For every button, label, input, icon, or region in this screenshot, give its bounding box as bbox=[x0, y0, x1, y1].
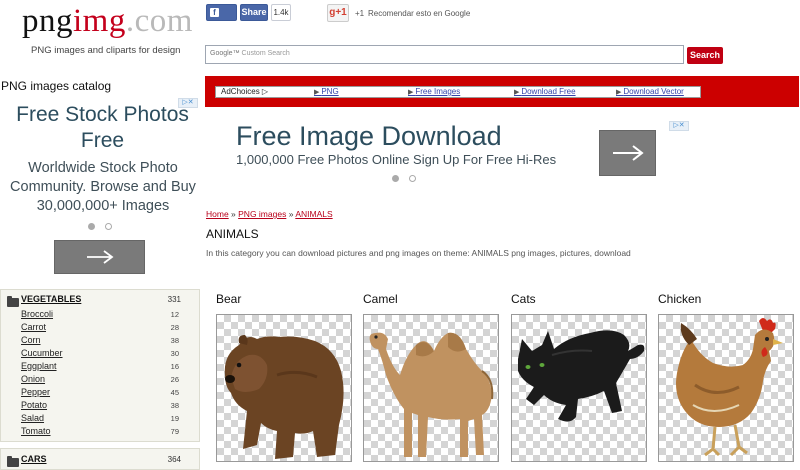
logo-tagline: PNG images and cliparts for design bbox=[31, 45, 181, 56]
card-label-cats[interactable]: Cats bbox=[511, 292, 536, 306]
search-button[interactable]: Search bbox=[687, 47, 723, 64]
adchoices-label[interactable]: AdChoices ▷ bbox=[221, 87, 268, 97]
subcategory-count: 19 bbox=[170, 414, 179, 423]
category-vegetables[interactable]: VEGETABLES bbox=[21, 294, 81, 304]
google-brand: Google™ bbox=[210, 50, 240, 57]
ad-link-download-vector[interactable]: Download Vector bbox=[616, 87, 683, 98]
ad-close-icon[interactable]: ▷✕ bbox=[669, 121, 689, 131]
breadcrumb-png-images[interactable]: PNG images bbox=[238, 209, 286, 219]
arrow-right-icon bbox=[86, 250, 113, 264]
card-label-chicken[interactable]: Chicken bbox=[658, 292, 701, 306]
category-count: 364 bbox=[167, 455, 181, 464]
facebook-icon: f bbox=[210, 8, 219, 17]
camel-image bbox=[369, 332, 494, 457]
page: pngimg.com PNG images and cliparts for d… bbox=[0, 0, 800, 470]
ad-link-png[interactable]: PNG bbox=[314, 87, 338, 98]
subcategory-count: 28 bbox=[170, 323, 179, 332]
sidebar-ad[interactable]: ▷✕ Free Stock Photos Free Worldwide Stoc… bbox=[0, 97, 200, 282]
main-ad-arrow-button[interactable] bbox=[599, 130, 656, 176]
folder-icon bbox=[7, 296, 19, 307]
subcategory-link[interactable]: Eggplant bbox=[21, 361, 57, 371]
breadcrumb-sep: » bbox=[228, 209, 239, 219]
page-title: ANIMALS bbox=[206, 227, 259, 241]
subcategory-link[interactable]: Pepper bbox=[21, 387, 50, 397]
chicken-image bbox=[676, 318, 783, 457]
site-logo[interactable]: pngimg.com bbox=[22, 2, 197, 40]
google-plus-button[interactable]: g+1 bbox=[327, 4, 349, 22]
subcategory-count: 45 bbox=[170, 388, 179, 397]
subcategory-count: 12 bbox=[170, 310, 179, 319]
ad-link-download-free[interactable]: Download Free bbox=[514, 87, 575, 98]
sidebar-ad-body: Worldwide Stock Photo Community. Browse … bbox=[10, 160, 196, 214]
card-label-bear[interactable]: Bear bbox=[216, 292, 241, 306]
facebook-like-label: Like bbox=[210, 22, 229, 32]
search-placeholder-text: Custom Search bbox=[241, 50, 290, 57]
catalog-title: PNG images catalog bbox=[1, 79, 112, 93]
subcategory-link[interactable]: Carrot bbox=[21, 322, 46, 332]
sidebar-ad-arrow-button[interactable] bbox=[54, 240, 145, 274]
arrow-right-icon bbox=[612, 145, 644, 161]
bear-image bbox=[224, 335, 344, 459]
subcategory-count: 38 bbox=[170, 336, 179, 345]
subcategory-link[interactable]: Cucumber bbox=[21, 348, 63, 358]
facebook-like-button[interactable]: f Like bbox=[206, 4, 237, 32]
breadcrumb-current[interactable]: ANIMALS bbox=[295, 209, 332, 219]
adchoices-text: AdChoices bbox=[221, 87, 260, 96]
search-input[interactable]: Google™ Custom Search bbox=[205, 45, 684, 64]
thumbnail-cat[interactable] bbox=[511, 314, 647, 462]
category-cars[interactable]: CARS bbox=[21, 454, 47, 464]
subcategory-count: 26 bbox=[170, 375, 179, 384]
sidebar-ad-pager bbox=[88, 223, 112, 230]
main-ad-subtitle: 1,000,000 Free Photos Online Sign Up For… bbox=[236, 152, 557, 167]
breadcrumb-sep: » bbox=[286, 209, 296, 219]
subcategory-link[interactable]: Onion bbox=[21, 374, 45, 384]
logo-img: img bbox=[73, 3, 126, 39]
sidebar-ad-line2: Free bbox=[80, 129, 125, 152]
subcategory-count: 30 bbox=[170, 349, 179, 358]
folder-icon bbox=[7, 456, 19, 467]
thumbnail-camel[interactable] bbox=[363, 314, 499, 462]
sidebar-ad-headline[interactable]: Free Stock Photos Free bbox=[10, 102, 195, 154]
facebook-like-count: 1.4k bbox=[271, 4, 291, 21]
subcategory-count: 38 bbox=[170, 401, 179, 410]
card-label-camel[interactable]: Camel bbox=[363, 292, 398, 306]
subcategory-link[interactable]: Potato bbox=[21, 400, 47, 410]
main-ad-title: Free Image Download bbox=[236, 121, 502, 151]
search-placeholder: Google™ Custom Search bbox=[210, 50, 290, 57]
google-plus-label: Recomendar esto en Google bbox=[368, 9, 471, 18]
category-panel-cars: CARS 364 bbox=[0, 448, 200, 470]
subcategory-link[interactable]: Salad bbox=[21, 413, 44, 423]
adchoices-box: AdChoices ▷ PNG Free Images Download Fre… bbox=[215, 86, 701, 98]
pager-dot-active[interactable] bbox=[392, 175, 399, 182]
breadcrumb: Home » PNG images » ANIMALS bbox=[206, 209, 333, 219]
subcategory-count: 16 bbox=[170, 362, 179, 371]
sidebar-ad-line1: Free Stock Photos bbox=[16, 103, 189, 126]
subcategory-link[interactable]: Broccoli bbox=[21, 309, 53, 319]
breadcrumb-home[interactable]: Home bbox=[206, 209, 229, 219]
google-plus-count: +1 bbox=[355, 9, 365, 18]
ad-link-free-images[interactable]: Free Images bbox=[408, 87, 460, 98]
category-panel: VEGETABLES 331 Broccoli 12 Carrot 28 Cor… bbox=[0, 289, 200, 442]
category-count: 331 bbox=[167, 295, 181, 304]
logo-png: png bbox=[22, 3, 73, 39]
category-description: In this category you can download pictur… bbox=[206, 248, 631, 258]
ad-links-bar: AdChoices ▷ PNG Free Images Download Fre… bbox=[205, 76, 799, 107]
subcategory-link[interactable]: Tomato bbox=[21, 426, 51, 436]
thumbnail-bear[interactable] bbox=[216, 314, 352, 462]
cat-image bbox=[518, 330, 645, 422]
main-ad-pager bbox=[392, 175, 416, 182]
thumbnail-chicken[interactable] bbox=[658, 314, 794, 462]
subcategory-link[interactable]: Corn bbox=[21, 335, 41, 345]
pager-dot[interactable] bbox=[105, 223, 112, 230]
pager-dot[interactable] bbox=[409, 175, 416, 182]
facebook-share-button[interactable]: Share bbox=[240, 4, 268, 21]
adchoices-icon: ▷ bbox=[261, 87, 269, 96]
logo-com: .com bbox=[125, 3, 193, 39]
pager-dot-active[interactable] bbox=[88, 223, 95, 230]
subcategory-count: 79 bbox=[170, 427, 179, 436]
